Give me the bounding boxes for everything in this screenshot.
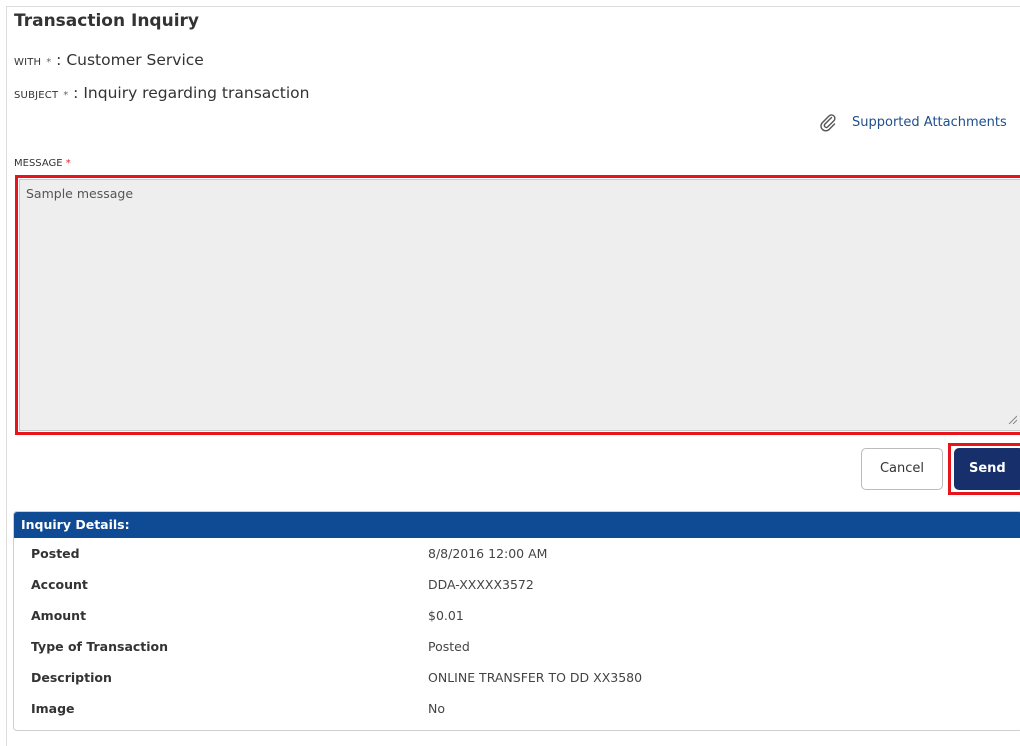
with-required-marker: * xyxy=(46,57,52,68)
subject-label: SUBJECT xyxy=(14,90,59,101)
details-value: Posted xyxy=(428,639,470,654)
with-label: WITH xyxy=(14,57,42,68)
details-label: Image xyxy=(31,701,75,716)
cancel-button[interactable]: Cancel xyxy=(861,448,943,490)
subject-row: SUBJECT * : Inquiry regarding transactio… xyxy=(14,84,309,102)
message-highlight: Sample message xyxy=(15,175,1020,435)
details-row-image: Image No xyxy=(14,693,1020,724)
paperclip-icon xyxy=(820,114,836,132)
details-value: ONLINE TRANSFER TO DD XX3580 xyxy=(428,670,643,685)
details-value: 8/8/2016 12:00 AM xyxy=(428,546,548,561)
details-label: Posted xyxy=(31,546,80,561)
resize-grip-icon[interactable] xyxy=(1007,414,1017,424)
with-separator: : xyxy=(56,51,62,69)
details-row-amount: Amount $0.01 xyxy=(14,600,1020,631)
supported-attachments-link[interactable]: Supported Attachments xyxy=(852,115,1007,130)
details-row-posted: Posted 8/8/2016 12:00 AM xyxy=(14,538,1020,569)
message-required-marker: * xyxy=(65,158,71,169)
page-title: Transaction Inquiry xyxy=(14,11,199,31)
subject-required-marker: * xyxy=(63,90,69,101)
details-value: No xyxy=(428,701,445,716)
message-label-text: MESSAGE xyxy=(14,158,63,169)
details-row-account: Account DDA-XXXXX3572 xyxy=(14,569,1020,600)
inquiry-details-header: Inquiry Details: xyxy=(14,512,1020,538)
send-button[interactable]: Send xyxy=(954,448,1020,490)
details-label: Account xyxy=(31,577,88,592)
supported-attachments[interactable]: Supported Attachments xyxy=(818,112,1007,132)
inquiry-details-panel: Inquiry Details: Posted 8/8/2016 12:00 A… xyxy=(13,511,1020,731)
details-row-description: Description ONLINE TRANSFER TO DD XX3580 xyxy=(14,662,1020,693)
message-textarea[interactable]: Sample message xyxy=(19,179,1020,431)
with-row: WITH * : Customer Service xyxy=(14,51,204,69)
details-value: DDA-XXXXX3572 xyxy=(428,577,534,592)
with-value: Customer Service xyxy=(66,51,204,69)
details-label: Amount xyxy=(31,608,87,623)
details-label: Type of Transaction xyxy=(31,639,169,654)
subject-value: Inquiry regarding transaction xyxy=(83,84,310,102)
details-label: Description xyxy=(31,670,112,685)
subject-separator: : xyxy=(73,84,79,102)
details-row-type: Type of Transaction Posted xyxy=(14,631,1020,662)
message-label: MESSAGE * xyxy=(14,158,71,169)
details-value: $0.01 xyxy=(428,608,464,623)
